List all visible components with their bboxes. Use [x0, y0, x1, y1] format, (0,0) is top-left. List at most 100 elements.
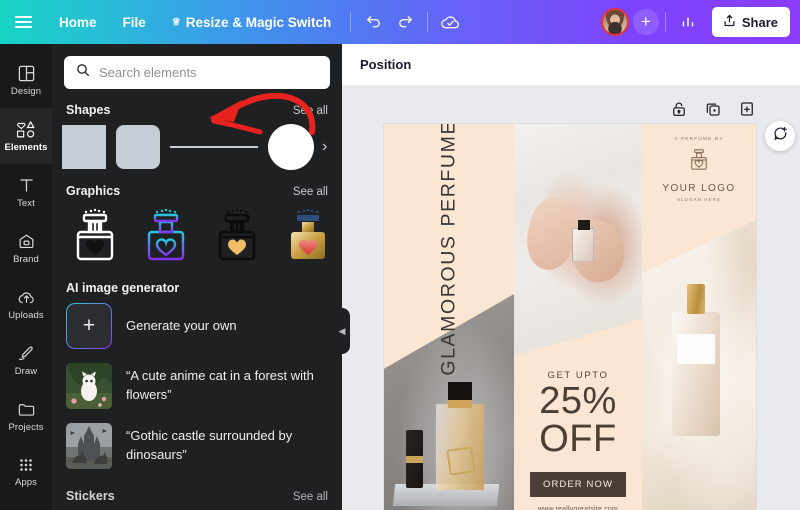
bottle-gold-cap — [687, 284, 705, 314]
sidebar-item-elements-label: Elements — [4, 141, 48, 153]
sidebar-item-uploads-label: Uploads — [8, 309, 44, 321]
discount-value: 25% — [539, 380, 617, 422]
shapes-see-all[interactable]: See all — [293, 105, 328, 117]
topnav-file[interactable]: File — [110, 7, 159, 37]
generate-your-own-row[interactable]: + Generate your own — [52, 297, 342, 357]
folder-icon — [17, 400, 36, 419]
gold-perfume-bottle — [436, 382, 484, 490]
add-page-icon[interactable] — [738, 100, 758, 120]
lock-icon[interactable] — [670, 100, 690, 120]
shapes-row: › — [52, 124, 342, 170]
graphics-row — [52, 205, 342, 267]
sidebar-item-apps[interactable]: Apps — [0, 444, 52, 500]
position-label[interactable]: Position — [360, 57, 411, 72]
editor-canvas-area: GLAMOROUS PERFUMES GET UPTO 25% OFF ORDE… — [342, 86, 800, 510]
model-hands-photo — [514, 124, 642, 356]
add-collaborator-button[interactable]: + — [632, 9, 659, 35]
text-t-icon — [17, 176, 36, 195]
sidebar-item-draw-label: Draw — [14, 365, 38, 377]
shapes-section-header: Shapes See all — [52, 89, 342, 124]
stickers-see-all[interactable]: See all — [293, 491, 328, 503]
generate-your-own-label: Generate your own — [126, 317, 237, 333]
ai-prompt-anime-cat[interactable]: “A cute anime cat in a forest with flowe… — [52, 357, 342, 417]
hamburger-icon[interactable] — [0, 16, 46, 28]
sidebar-item-projects-label: Projects — [8, 421, 44, 433]
perfume-bottle-black-gold-heart[interactable] — [206, 205, 268, 267]
search-bar[interactable] — [64, 56, 330, 89]
apps-grid-icon — [17, 456, 35, 474]
sidebar-item-projects[interactable]: Projects — [0, 388, 52, 444]
cloud-saved-icon[interactable] — [434, 7, 466, 37]
perfume-bottle-white-heart[interactable] — [64, 205, 126, 267]
ai-section-header: AI image generator — [52, 267, 342, 297]
share-label: Share — [741, 14, 778, 30]
tall-perfume-bottle — [672, 284, 720, 436]
offer-block: GET UPTO 25% OFF ORDER NOW www.reallygre… — [514, 356, 642, 510]
design-left-column: GLAMOROUS PERFUMES — [384, 124, 514, 510]
add-collaborator-label: + — [640, 12, 651, 31]
held-perfume-flacon — [572, 220, 594, 262]
silk-bottle-photo — [642, 220, 756, 510]
add-comment-icon — [772, 125, 789, 147]
sidebar-item-text-label: Text — [17, 197, 35, 209]
sidebar-item-design[interactable]: Design — [0, 52, 52, 108]
sidebar-item-design-label: Design — [10, 85, 42, 97]
lipstick-object — [406, 430, 423, 488]
topnav-home[interactable]: Home — [46, 7, 110, 37]
sidebar-item-uploads[interactable]: Uploads — [0, 276, 52, 332]
draw-pencil-icon — [17, 344, 36, 363]
bottle-label — [677, 334, 715, 364]
insights-bar-chart-icon[interactable] — [672, 7, 704, 37]
line-shape[interactable] — [170, 146, 258, 148]
gothic-castle-thumbnail — [66, 423, 112, 469]
design-layout-icon — [17, 64, 36, 83]
perfume-bottle-gradient-heart[interactable] — [135, 205, 197, 267]
sidebar-item-brand-label: Brand — [13, 253, 39, 265]
ai-title: AI image generator — [66, 281, 180, 295]
bottle-emblem — [446, 446, 476, 476]
add-comment-button[interactable] — [765, 121, 795, 151]
logo-eyebrow: A PERFUME BY — [674, 136, 724, 141]
website-url: www.reallygreatsite.com — [537, 506, 619, 510]
search-input[interactable] — [99, 65, 319, 80]
avatar[interactable] — [600, 8, 629, 36]
anime-cat-thumbnail — [66, 363, 112, 409]
design-title: GLAMOROUS PERFUMES — [384, 124, 514, 375]
sidebar-item-apps-label: Apps — [14, 477, 38, 488]
ai-prompt-gothic-castle-label: “Gothic castle surrounded by dinosaurs” — [126, 428, 293, 462]
sidebar-item-text[interactable]: Text — [0, 164, 52, 220]
logo-slogan: SLOGAN HERE — [677, 197, 721, 202]
plus-icon[interactable]: + — [66, 303, 112, 349]
toolbar-divider-2 — [427, 12, 429, 32]
topnav-resize-magic-switch[interactable]: ♕ Resize & Magic Switch — [159, 7, 345, 37]
share-upload-icon — [722, 13, 737, 31]
ai-prompt-anime-cat-label: “A cute anime cat in a forest with flowe… — [126, 368, 314, 402]
search-icon — [75, 62, 91, 83]
chevron-right-icon[interactable]: › — [322, 138, 327, 156]
discount-off-label: OFF — [539, 418, 617, 461]
graphics-see-all[interactable]: See all — [293, 186, 328, 198]
sidebar-item-draw[interactable]: Draw — [0, 332, 52, 388]
elements-shapes-icon — [16, 120, 36, 139]
design-middle-column: GET UPTO 25% OFF ORDER NOW www.reallygre… — [514, 124, 642, 510]
sidebar-item-elements[interactable]: Elements — [0, 108, 52, 164]
graphics-title: Graphics — [66, 184, 121, 198]
rounded-square-shape[interactable] — [116, 125, 160, 169]
logo-name: YOUR LOGO — [662, 183, 736, 194]
redo-icon[interactable] — [389, 7, 421, 37]
elements-panel: Shapes See all › Graphics See all — [52, 44, 342, 510]
sidebar-item-brand[interactable]: Brand — [0, 220, 52, 276]
toolbar-divider-3 — [664, 12, 666, 32]
undo-icon[interactable] — [357, 7, 389, 37]
topnav-file-label: File — [122, 14, 146, 30]
circle-shape[interactable] — [268, 124, 314, 170]
share-button[interactable]: Share — [711, 7, 790, 37]
order-now-button[interactable]: ORDER NOW — [529, 472, 627, 498]
panel-collapse-handle[interactable]: ◀ — [334, 308, 350, 354]
duplicate-icon[interactable] — [704, 100, 724, 120]
design-canvas[interactable]: GLAMOROUS PERFUMES GET UPTO 25% OFF ORDE… — [384, 124, 756, 510]
square-shape[interactable] — [62, 125, 106, 169]
ai-prompt-gothic-castle[interactable]: “Gothic castle surrounded by dinosaurs” — [52, 417, 342, 477]
perfume-bottle-gold-red-heart[interactable] — [277, 205, 339, 267]
topnav-resize-label: Resize & Magic Switch — [185, 14, 332, 30]
